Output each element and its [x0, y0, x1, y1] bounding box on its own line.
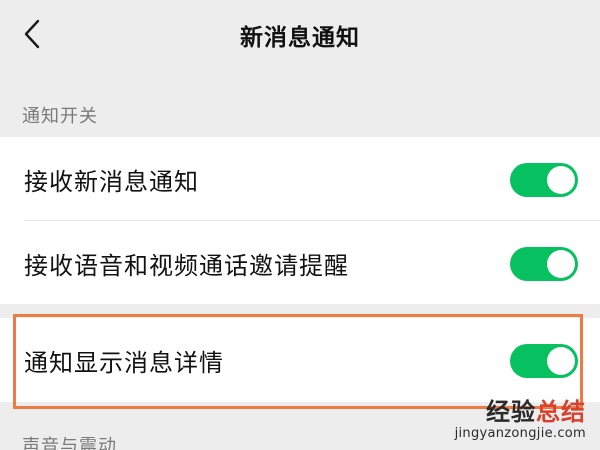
navigation-bar: 新消息通知: [0, 0, 600, 76]
section-header-sound-vibration: 声音与震动: [22, 436, 117, 450]
section-header-notification-switch: 通知开关: [22, 106, 98, 127]
toggle-switch-call-invitation-reminder[interactable]: [510, 247, 578, 281]
toggle-switch-show-message-details[interactable]: [510, 344, 578, 378]
watermark: 经验总结 jingyanzongjie.com: [436, 398, 586, 446]
watermark-title-part-a: 经验: [486, 398, 536, 426]
watermark-url: jingyanzongjie.com: [454, 426, 586, 441]
setting-row-call-invitation-reminder[interactable]: 接收语音和视频通话邀请提醒: [0, 221, 600, 305]
page-title: 新消息通知: [240, 25, 360, 51]
watermark-title-part-b: 总结: [536, 398, 586, 426]
notification-settings-screen: 新消息通知 通知开关 接收新消息通知 接收语音和视频通话邀请提醒 通知显示消息详…: [0, 0, 600, 450]
settings-group-notification-switch: 接收新消息通知 接收语音和视频通话邀请提醒: [0, 137, 600, 304]
watermark-title: 经验总结: [436, 398, 586, 426]
toggle-knob: [547, 347, 575, 375]
setting-label: 接收语音和视频通话邀请提醒: [24, 252, 349, 280]
setting-row-show-message-details[interactable]: 通知显示消息详情: [0, 318, 600, 402]
settings-group-message-details: 通知显示消息详情: [0, 318, 600, 402]
toggle-knob: [547, 250, 575, 278]
setting-row-receive-new-message[interactable]: 接收新消息通知: [0, 137, 600, 221]
setting-label: 接收新消息通知: [24, 168, 199, 196]
toggle-knob: [547, 166, 575, 194]
setting-label: 通知显示消息详情: [24, 349, 224, 377]
toggle-switch-receive-new-message[interactable]: [510, 163, 578, 197]
